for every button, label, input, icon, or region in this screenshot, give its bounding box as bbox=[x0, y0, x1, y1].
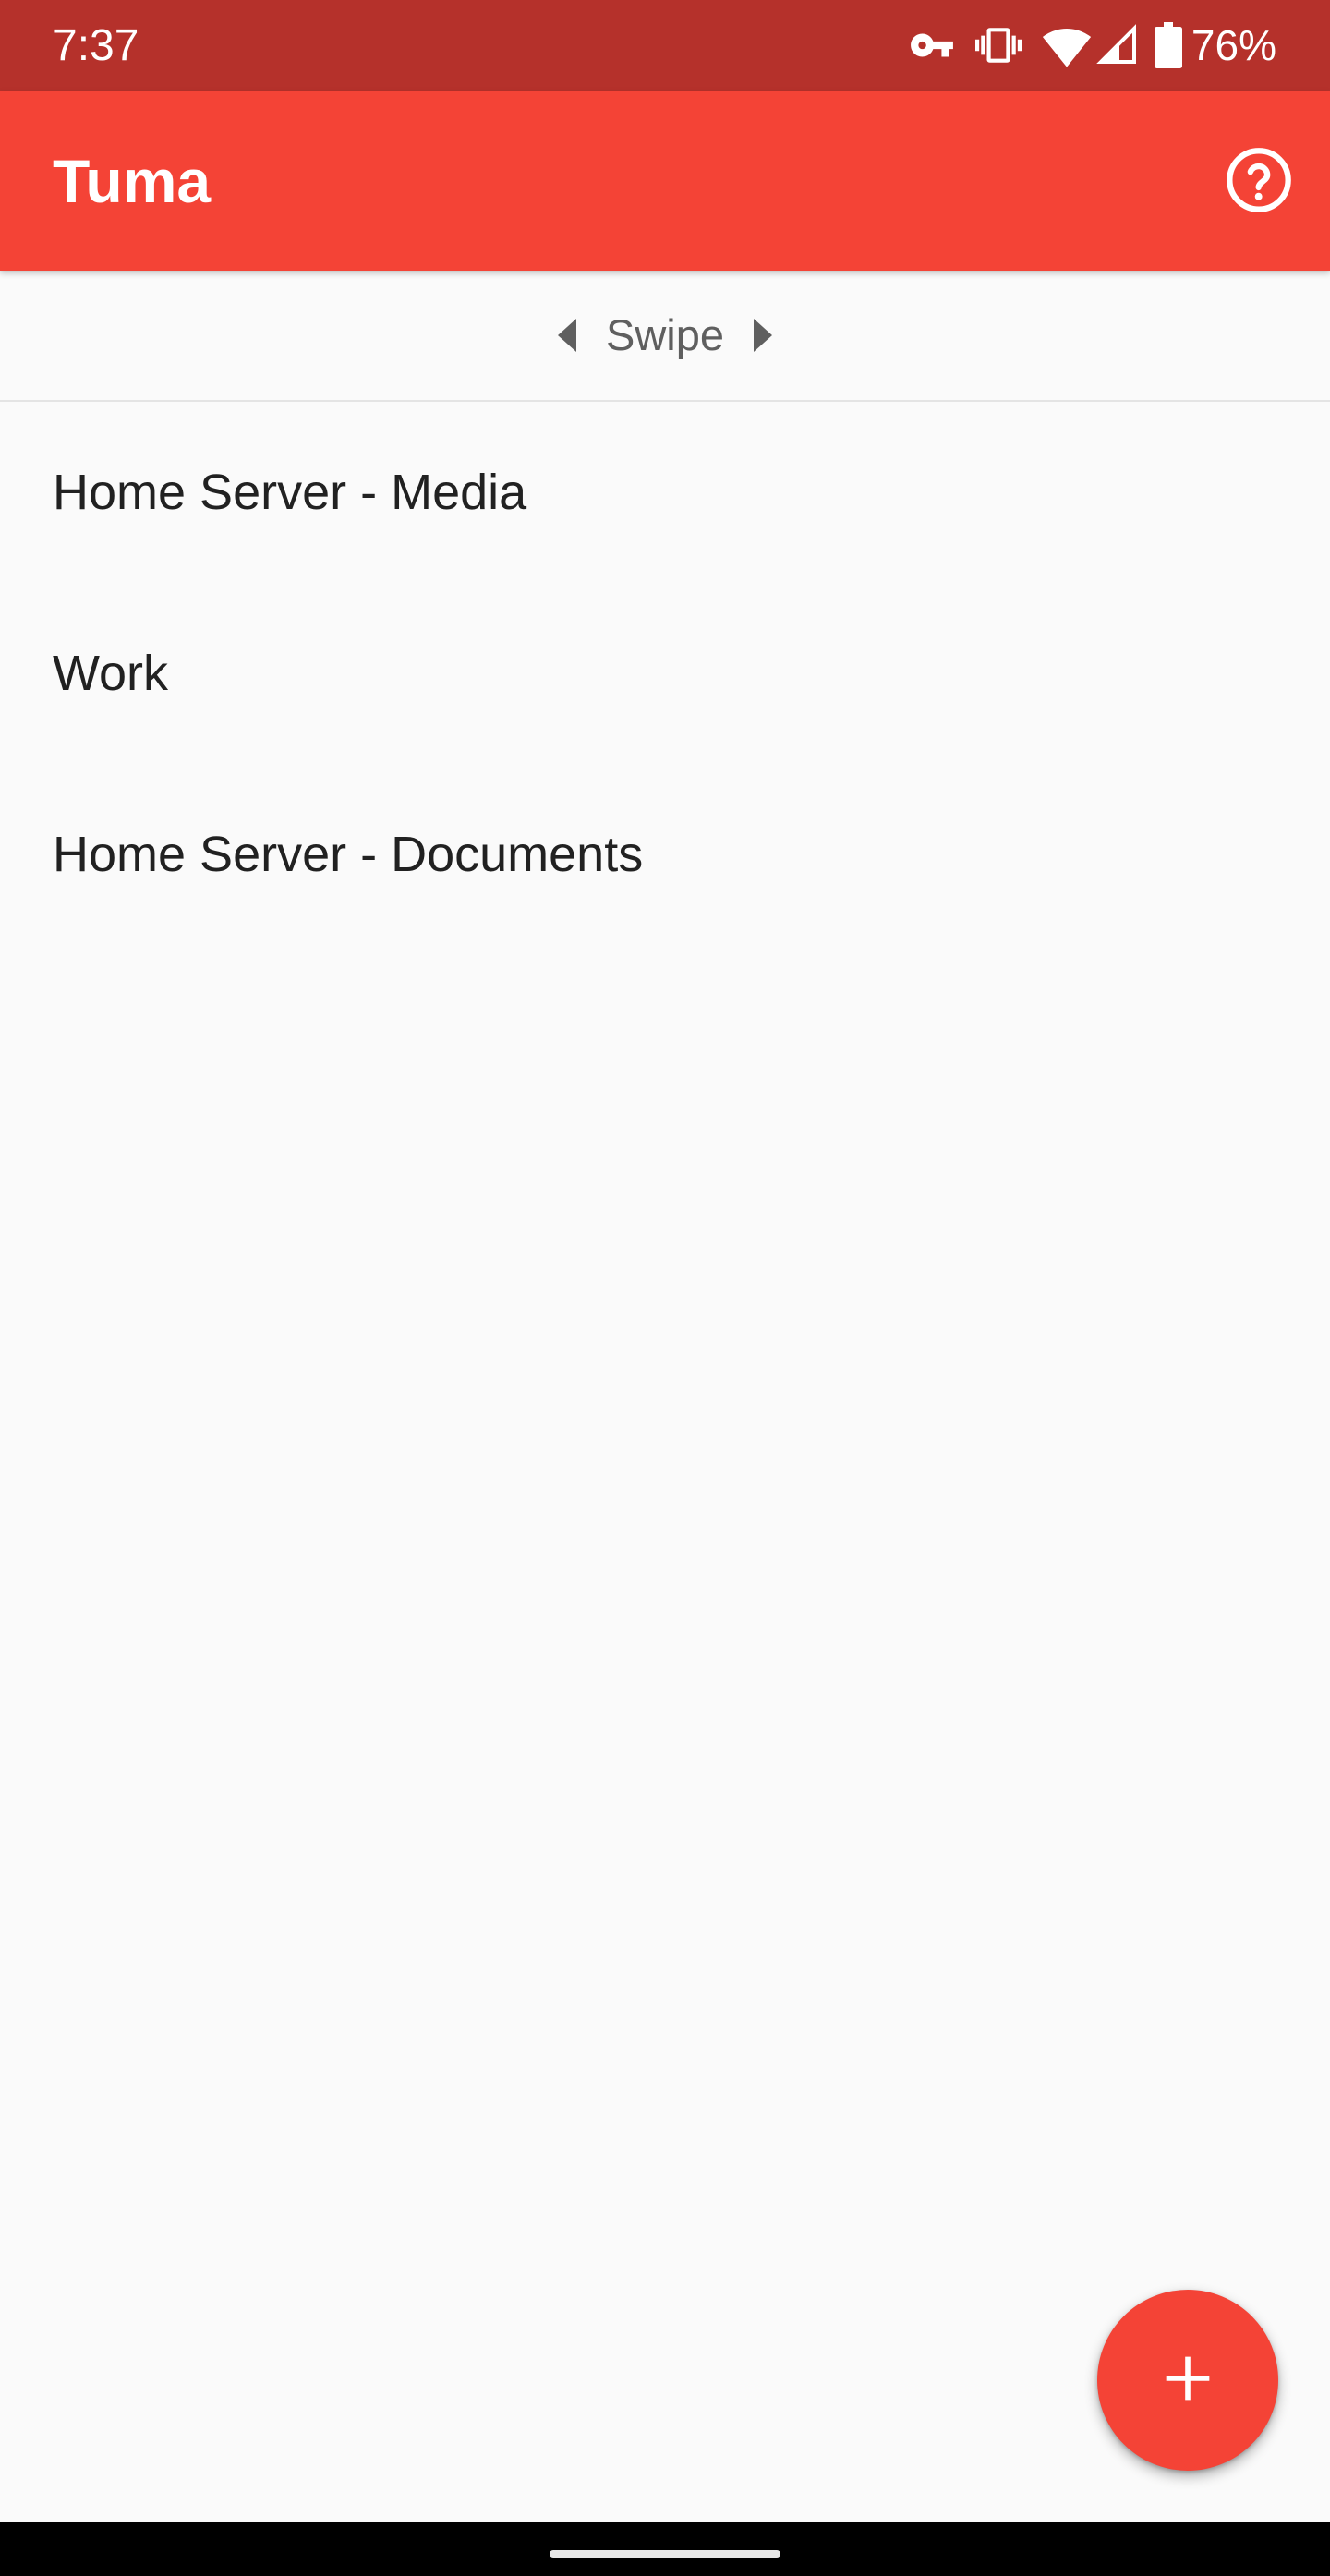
server-item-work[interactable]: Work bbox=[0, 583, 1330, 764]
battery-icon bbox=[1154, 22, 1182, 68]
status-time: 7:37 bbox=[53, 21, 139, 70]
cell-signal-icon bbox=[1095, 22, 1140, 68]
app-title: Tuma bbox=[53, 147, 212, 215]
plus-icon bbox=[1162, 2352, 1214, 2409]
server-item-home-server-documents[interactable]: Home Server - Documents bbox=[0, 764, 1330, 945]
vibrate-icon bbox=[974, 22, 1022, 68]
app-screen: 7:37 76% Tuma Swipe Home Server - Media … bbox=[0, 0, 1330, 2576]
status-icons: 76% bbox=[909, 17, 1276, 74]
server-list: Home Server - Media Work Home Server - D… bbox=[0, 402, 1330, 945]
battery-percentage: 76% bbox=[1191, 21, 1276, 69]
help-button[interactable] bbox=[1217, 140, 1300, 224]
arrow-left-icon bbox=[556, 319, 578, 352]
help-circle-icon bbox=[1224, 145, 1294, 220]
home-gesture-handle[interactable] bbox=[550, 2550, 780, 2558]
wifi-icon bbox=[1042, 22, 1092, 68]
app-bar: Tuma bbox=[0, 91, 1330, 271]
add-server-button[interactable] bbox=[1097, 2290, 1278, 2471]
status-bar: 7:37 76% bbox=[0, 0, 1330, 91]
arrow-right-icon bbox=[752, 319, 774, 352]
server-item-home-server-media[interactable]: Home Server - Media bbox=[0, 402, 1330, 583]
system-navigation-bar bbox=[0, 2522, 1330, 2576]
swipe-hint: Swipe bbox=[0, 271, 1330, 402]
vpn-key-icon bbox=[909, 22, 955, 68]
swipe-label: Swipe bbox=[605, 310, 724, 359]
